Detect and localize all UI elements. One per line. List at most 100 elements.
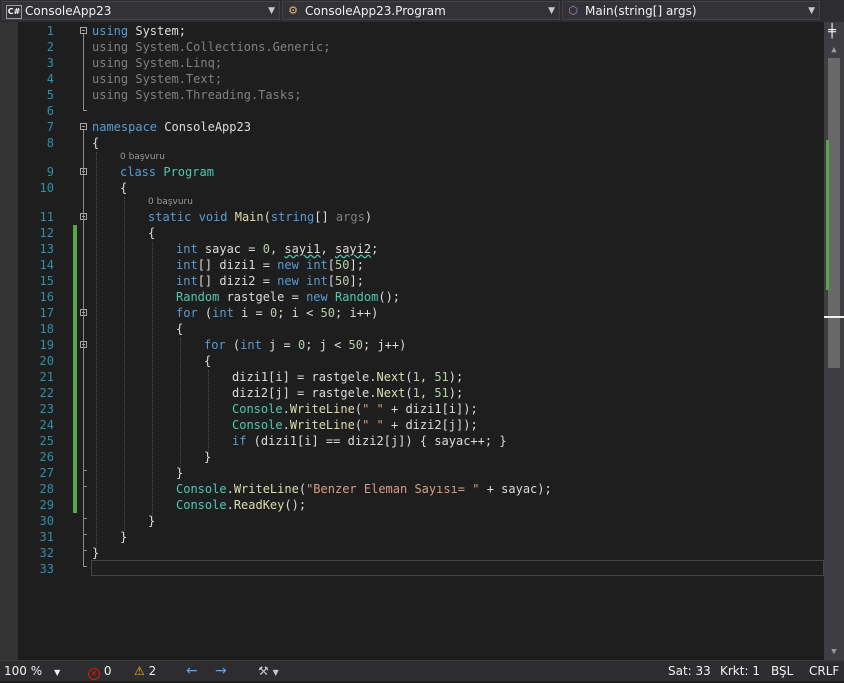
code-line: } xyxy=(120,530,128,544)
warning-count-value: 2 xyxy=(148,664,157,678)
insert-mode-indicator[interactable]: BŞL xyxy=(771,661,793,681)
column-indicator[interactable]: Krkt: 1 xyxy=(720,661,760,681)
outline-line xyxy=(83,518,87,519)
line-number: 16 xyxy=(39,290,54,304)
code-line: Console.WriteLine(" " + dizi1[i]); xyxy=(232,402,478,416)
code-line: int[] dizi1 = new int[50]; xyxy=(176,258,364,272)
line-ending-indicator[interactable]: CRLF xyxy=(809,661,839,681)
collapse-icon[interactable] xyxy=(80,341,87,348)
outline-line xyxy=(83,486,87,487)
error-count-value: 0 xyxy=(103,664,112,678)
code-line: using System.Linq; xyxy=(92,56,223,70)
navigate-forward-icon[interactable]: → xyxy=(215,661,227,681)
code-line: Random rastgele = new Random(); xyxy=(176,290,401,304)
caret-position-marker xyxy=(824,316,844,318)
line-number: 33 xyxy=(39,562,54,576)
line-number: 15 xyxy=(39,274,54,288)
outline-line xyxy=(83,566,87,567)
line-number: 28 xyxy=(39,482,54,496)
line-number: 6 xyxy=(46,104,54,118)
codelens-references[interactable]: 0 başvuru xyxy=(148,196,193,208)
line-number: 14 xyxy=(39,258,54,272)
line-number: 7 xyxy=(46,120,54,134)
navigation-bar: C# ConsoleApp23 ▼ ⚙ ConsoleApp23.Program… xyxy=(0,0,844,23)
code-line: { xyxy=(120,181,128,195)
change-indicator xyxy=(73,225,77,513)
member-dropdown[interactable]: ⬡ Main(string[] args) ▼ xyxy=(562,1,820,20)
code-line: Console.ReadKey(); xyxy=(176,498,307,512)
line-number: 17 xyxy=(39,306,54,320)
code-line: { xyxy=(204,354,212,368)
warning-icon: ⚠ xyxy=(134,664,145,678)
code-line: int[] dizi2 = new int[50]; xyxy=(176,274,364,288)
code-line: } xyxy=(92,546,100,560)
code-line: Console.WriteLine(" " + dizi2[j]); xyxy=(232,418,478,432)
scrollbar-thumb[interactable] xyxy=(828,58,840,368)
line-number: 26 xyxy=(39,450,54,464)
collapse-icon[interactable] xyxy=(80,168,87,175)
line-number: 21 xyxy=(39,370,54,384)
line-number: 11 xyxy=(39,210,54,224)
status-bar: 100 % ▼ ✕ 0 ⚠ 2 ← → ⚒ ▼ Sat: 33 Krkt: 1 B… xyxy=(0,660,844,681)
scroll-down-icon[interactable]: ▼ xyxy=(824,644,844,660)
line-number: 13 xyxy=(39,242,54,256)
member-dropdown-label: Main(string[] args) xyxy=(585,4,697,18)
code-line: for (int i = 0; i < 50; i++) xyxy=(176,306,379,320)
code-editor[interactable]: 1 2 3 4 5 6 7 8 9 10 11 12 13 14 15 16 1… xyxy=(0,22,824,660)
code-line: { xyxy=(148,226,156,240)
line-number: 20 xyxy=(39,354,54,368)
chevron-down-icon: ▼ xyxy=(54,668,61,677)
collapse-icon[interactable] xyxy=(80,123,87,130)
line-indicator[interactable]: Sat: 33 xyxy=(668,661,711,681)
line-number: 3 xyxy=(46,56,54,70)
zoom-level: 100 % xyxy=(4,664,43,678)
change-map-marker xyxy=(826,140,829,290)
code-line: Console.WriteLine("Benzer Eleman Sayısı=… xyxy=(176,482,552,496)
scroll-up-icon[interactable]: ▲ xyxy=(824,42,844,58)
indicator-margin xyxy=(0,22,18,660)
warning-count[interactable]: ⚠ 2 xyxy=(134,661,156,681)
code-line: } xyxy=(204,450,212,464)
line-number: 27 xyxy=(39,466,54,480)
line-number: 12 xyxy=(39,226,54,240)
collapse-icon[interactable] xyxy=(80,309,87,316)
error-count[interactable]: ✕ 0 xyxy=(88,661,111,681)
line-number: 19 xyxy=(39,338,54,352)
method-icon: ⬡ xyxy=(568,4,578,17)
outline-line xyxy=(83,534,87,535)
line-number: 2 xyxy=(46,40,54,54)
collapse-icon[interactable] xyxy=(80,27,87,34)
code-line: using System.Threading.Tasks; xyxy=(92,88,302,102)
class-dropdown[interactable]: ⚙ ConsoleApp23.Program ▼ xyxy=(282,1,560,20)
code-line: int sayac = 0, sayi1, sayi2; xyxy=(176,242,379,256)
code-line: { xyxy=(176,322,184,336)
indent-guide xyxy=(180,338,181,470)
line-number: 29 xyxy=(39,498,54,512)
code-line: using System; xyxy=(92,24,186,38)
line-number: 25 xyxy=(39,434,54,448)
split-editor-icon[interactable]: ╪ xyxy=(824,24,840,40)
codelens-references[interactable]: 0 başvuru xyxy=(120,151,165,163)
line-number: 4 xyxy=(46,72,54,86)
line-number: 23 xyxy=(39,402,54,416)
chevron-down-icon: ▼ xyxy=(548,6,555,16)
line-number: 8 xyxy=(46,136,54,150)
code-line: static void Main(string[] args) xyxy=(148,210,373,224)
csharp-project-icon: C# xyxy=(6,5,22,19)
vertical-scrollbar[interactable]: ▲ ▼ xyxy=(824,22,844,660)
indent-guide xyxy=(208,370,209,454)
project-dropdown[interactable]: C# ConsoleApp23 ▼ xyxy=(2,1,280,20)
error-icon: ✕ xyxy=(88,668,100,680)
code-line: { xyxy=(92,136,100,150)
chevron-down-icon: ▼ xyxy=(808,6,815,16)
line-number: 18 xyxy=(39,322,54,336)
outline-line xyxy=(83,110,87,111)
collapse-icon[interactable] xyxy=(80,213,87,220)
navigate-backward-icon[interactable]: ← xyxy=(186,661,198,681)
chevron-down-icon: ▼ xyxy=(268,6,275,16)
code-line: using System.Collections.Generic; xyxy=(92,40,331,54)
class-icon: ⚙ xyxy=(288,4,298,17)
line-number: 5 xyxy=(46,88,54,102)
outline-line xyxy=(83,550,87,551)
code-line: } xyxy=(148,514,156,528)
